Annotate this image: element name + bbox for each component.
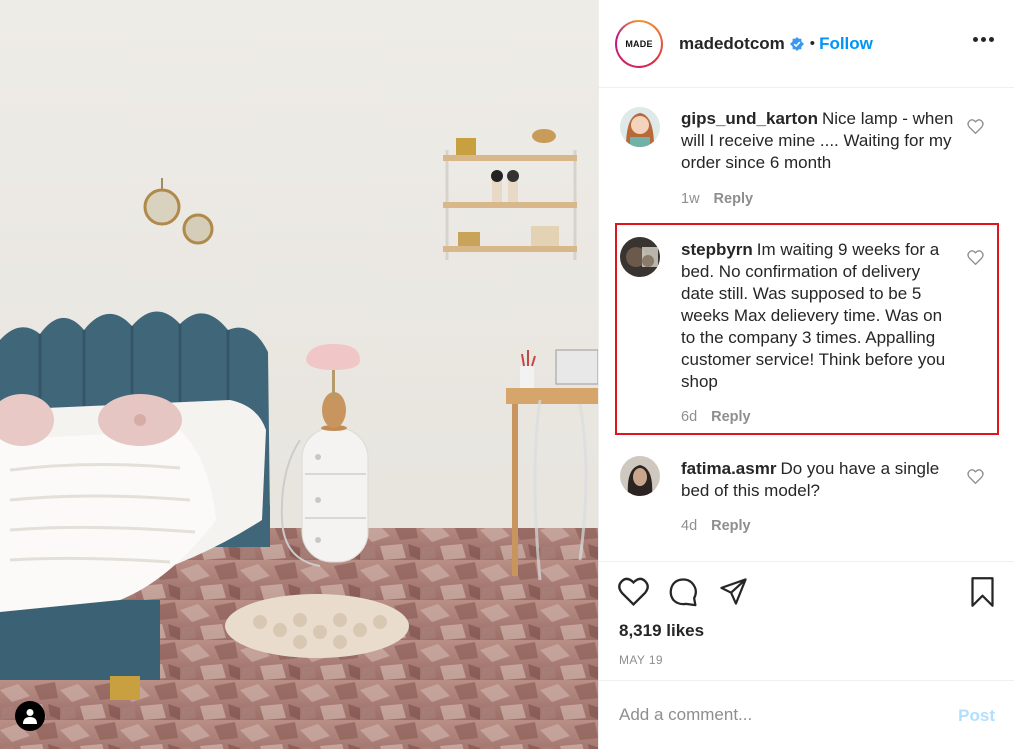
like-comment-heart-icon[interactable] [967, 469, 984, 485]
commenter-avatar[interactable] [620, 456, 660, 496]
avatar-illustration [620, 107, 660, 147]
like-comment-heart-icon[interactable] [967, 119, 984, 135]
reply-button[interactable]: Reply [711, 518, 751, 534]
avatar-photo [620, 237, 660, 277]
post-comment-button[interactable]: Post [958, 706, 995, 726]
comment-age[interactable]: 6d [681, 409, 697, 425]
share-icon[interactable] [718, 577, 749, 611]
brand-logo: MADE [617, 21, 661, 66]
comment-age[interactable]: 1w [681, 191, 700, 207]
comment-age[interactable]: 4d [681, 518, 697, 534]
verified-badge-icon [789, 36, 804, 51]
reply-button[interactable]: Reply [714, 191, 754, 207]
separator-dot: • [809, 35, 816, 52]
comment-text-block: fatima.asmr Do you have a single bed of t… [681, 458, 956, 502]
comment-meta: 6d Reply [681, 409, 751, 425]
comment-username[interactable]: gips_und_karton [681, 109, 818, 128]
comment-username[interactable]: fatima.asmr [681, 459, 776, 478]
follow-button[interactable]: Follow [819, 34, 873, 54]
post-username[interactable]: madedotcom [679, 34, 785, 54]
post-header: MADE madedotcom • Follow [599, 0, 1014, 88]
tagged-user-button[interactable] [15, 701, 45, 731]
more-horizontal-icon[interactable] [973, 37, 994, 42]
post-photo[interactable] [0, 0, 598, 749]
commenter-avatar[interactable] [620, 107, 660, 147]
likes-count[interactable]: 8,319 likes [619, 621, 704, 641]
comment-text: Im waiting 9 weeks for a bed. No confirm… [681, 240, 946, 391]
comment-icon[interactable] [668, 577, 699, 612]
comment-meta: 1w Reply [681, 191, 753, 207]
comment-text-block: stepbyrn Im waiting 9 weeks for a bed. No… [681, 239, 956, 393]
bookmark-icon[interactable] [969, 577, 996, 612]
add-comment-input[interactable] [619, 705, 919, 725]
bedroom-photo [0, 0, 598, 749]
post-side-panel: MADE madedotcom • Follow gips_und_karton… [598, 0, 1014, 749]
post-actions: 8,319 likes MAY 19 [599, 561, 1014, 679]
like-comment-heart-icon[interactable] [967, 250, 984, 266]
commenter-avatar[interactable] [620, 237, 660, 277]
comment-text-block: gips_und_karton Nice lamp - when will I r… [681, 108, 956, 174]
heart-icon[interactable] [618, 577, 649, 611]
avatar-photo [620, 456, 660, 496]
comments-list[interactable]: gips_und_karton Nice lamp - when will I r… [599, 89, 1014, 561]
comment-meta: 4d Reply [681, 518, 751, 534]
post-date[interactable]: MAY 19 [619, 653, 663, 667]
user-icon [23, 709, 37, 724]
comment-username[interactable]: stepbyrn [681, 240, 753, 259]
add-comment-bar: Post [599, 680, 1014, 749]
brand-avatar[interactable]: MADE [615, 19, 663, 68]
reply-button[interactable]: Reply [711, 409, 751, 425]
